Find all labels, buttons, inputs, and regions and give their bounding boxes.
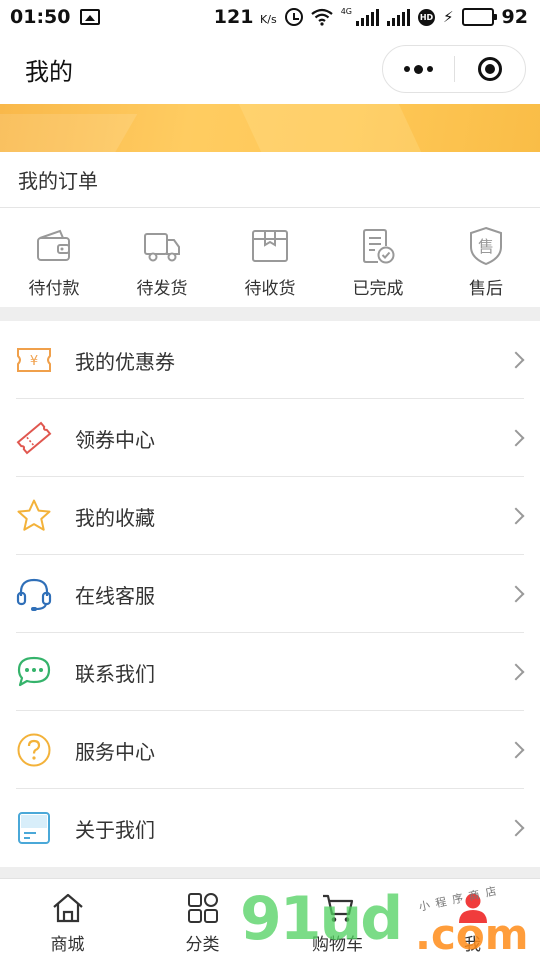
order-item-completed[interactable]: 已完成 [324, 209, 432, 307]
menu-item-label: 在线客服 [75, 583, 155, 608]
chevron-right-icon [507, 585, 525, 603]
more-button[interactable] [383, 64, 454, 74]
headset-icon [16, 578, 52, 611]
menu-item-coupon-center[interactable]: 领券中心 [0, 399, 540, 477]
charging-icon: ⚡ [443, 8, 454, 26]
battery-icon [461, 8, 497, 26]
alarm-icon [284, 8, 303, 26]
order-item-label: 售后 [469, 279, 503, 299]
completed-icon [363, 229, 395, 264]
signal-icon-2 [387, 8, 410, 26]
network-speed-unit: K/s [260, 13, 277, 26]
section-divider [0, 867, 540, 878]
ticket-icon [16, 421, 52, 455]
menu-item-label: 关于我们 [75, 817, 155, 842]
menu-item-my-coupons[interactable]: ¥ 我的优惠券 [0, 321, 540, 399]
home-icon [52, 893, 83, 923]
menu-item-label: 服务中心 [75, 739, 155, 764]
status-bar: 01:50 121 K/s 4G HD ⚡ 92 [0, 0, 540, 34]
tab-cart[interactable]: 购物车 [270, 879, 405, 960]
question-icon [17, 733, 51, 767]
svg-text:¥: ¥ [30, 354, 38, 369]
order-item-label: 待收货 [244, 279, 296, 299]
after-sales-icon: 售 [470, 226, 502, 266]
card-icon [18, 812, 50, 844]
tab-category[interactable]: 分类 [135, 879, 270, 960]
menu-item-label: 领券中心 [75, 427, 155, 452]
chat-icon [17, 656, 51, 687]
tab-mall[interactable]: 商城 [0, 879, 135, 960]
tab-label: 商城 [50, 935, 85, 955]
star-icon [17, 499, 51, 531]
status-time: 01:50 [10, 6, 71, 28]
target-icon [477, 57, 502, 81]
coupon-icon: ¥ [17, 348, 51, 372]
menu-item-label: 我的优惠券 [75, 349, 175, 374]
navigation-bar: 我的 [0, 34, 540, 104]
chevron-right-icon [507, 819, 525, 837]
order-status-row: 待付款 待发货 待收货 已完成 售 售后 [0, 209, 540, 307]
menu-item-about-us[interactable]: 关于我们 [0, 789, 540, 867]
chevron-right-icon [507, 507, 525, 525]
menu-list: ¥ 我的优惠券 领券中心 我的收藏 在线客服 联系我们 服务中心 关于我们 [0, 321, 540, 867]
orders-title: 我的订单 [18, 169, 98, 193]
gallery-icon [80, 9, 101, 25]
cart-icon [322, 894, 353, 922]
page-title: 我的 [25, 57, 73, 86]
network-speed-value: 121 [213, 6, 254, 28]
chevron-right-icon [507, 663, 525, 681]
menu-item-favorites[interactable]: 我的收藏 [0, 477, 540, 555]
user-icon [458, 893, 487, 923]
app-root: 01:50 121 K/s 4G HD ⚡ 92 我的 我的订单 待付款 待发货… [0, 0, 540, 960]
category-icon [187, 893, 218, 923]
chevron-right-icon [507, 741, 525, 759]
status-indicators: 121 K/s 4G HD ⚡ 92 [214, 6, 528, 28]
order-item-label: 待付款 [28, 279, 80, 299]
tab-label: 我 [464, 935, 481, 955]
menu-item-label: 联系我们 [75, 661, 155, 686]
section-divider [0, 307, 540, 321]
menu-item-label: 我的收藏 [75, 505, 155, 530]
chevron-right-icon [507, 429, 525, 447]
menu-item-service-center[interactable]: 服务中心 [0, 711, 540, 789]
tab-label: 购物车 [312, 935, 363, 955]
orders-section-title[interactable]: 我的订单 [0, 152, 540, 208]
tab-label: 分类 [185, 935, 220, 955]
profile-banner [0, 104, 540, 152]
order-item-pending-payment[interactable]: 待付款 [0, 209, 108, 307]
battery-level: 92 [501, 6, 528, 28]
truck-icon [144, 233, 180, 262]
wifi-icon [311, 8, 333, 26]
network-speed: 121 K/s [214, 6, 277, 28]
package-icon [252, 230, 288, 262]
hd-icon: HD [418, 8, 435, 26]
order-item-to-receive[interactable]: 待收货 [216, 209, 324, 307]
chevron-right-icon [507, 351, 525, 369]
order-item-label: 已完成 [352, 279, 404, 299]
menu-item-contact-us[interactable]: 联系我们 [0, 633, 540, 711]
network-type: 4G [340, 6, 352, 16]
bottom-tab-bar: 商城 分类 购物车 我 [0, 878, 540, 960]
menu-item-online-service[interactable]: 在线客服 [0, 555, 540, 633]
order-item-to-ship[interactable]: 待发货 [108, 209, 216, 307]
order-item-after-sales[interactable]: 售 售后 [432, 209, 540, 307]
order-item-label: 待发货 [136, 279, 188, 299]
svg-text:售: 售 [478, 237, 494, 256]
tab-me[interactable]: 我 [405, 879, 540, 960]
close-miniprogram-button[interactable] [455, 57, 525, 81]
signal-icon [356, 8, 379, 26]
wallet-icon [37, 229, 70, 261]
miniprogram-capsule [382, 45, 526, 93]
